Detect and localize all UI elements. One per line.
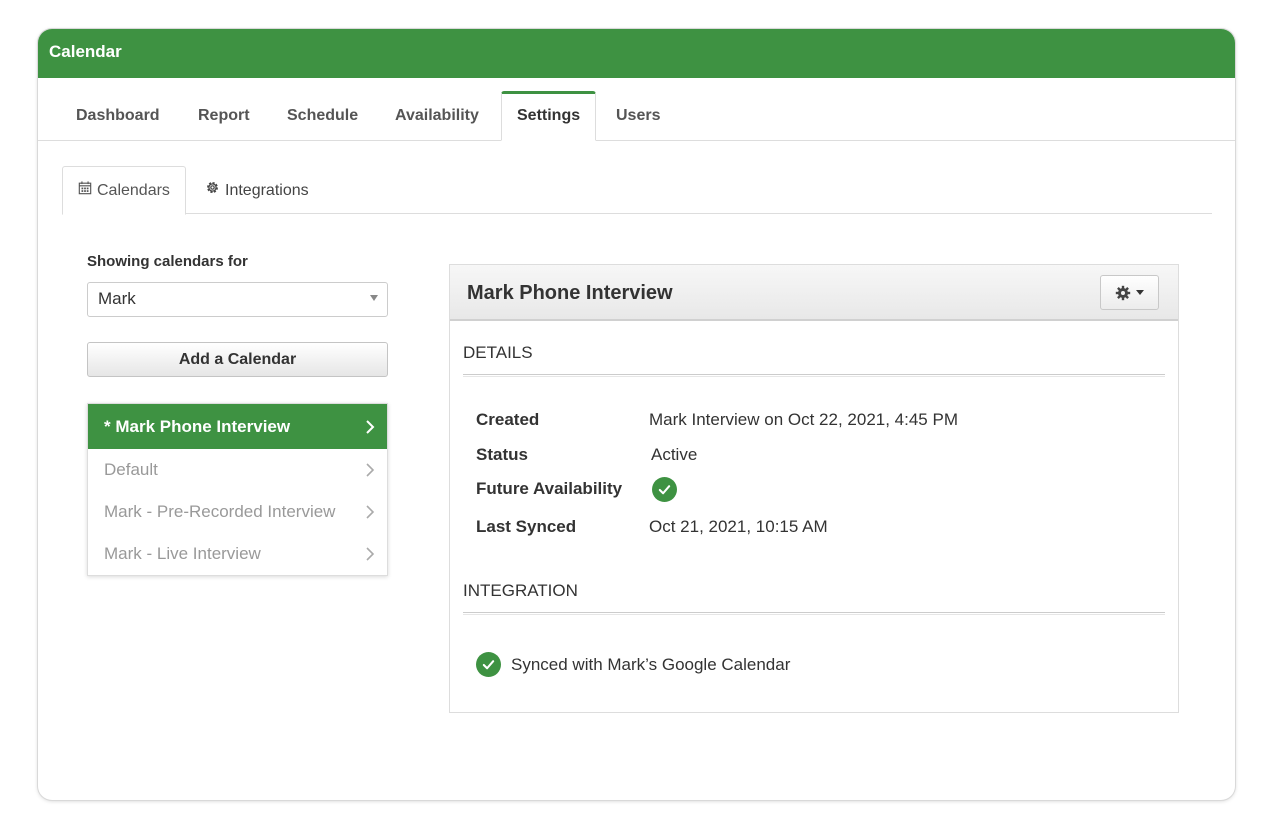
gear-icon xyxy=(205,167,220,214)
showing-calendars-label: Showing calendars for xyxy=(87,253,248,270)
calendar-item-label: * Mark Phone Interview xyxy=(104,417,291,436)
sub-tabs: Calendars Integrations xyxy=(62,166,1212,215)
tab-integrations-label: Integrations xyxy=(225,181,309,199)
tab-dashboard[interactable]: Dashboard xyxy=(61,92,175,141)
integration-text: Synced with Mark’s Google Calendar xyxy=(511,654,791,674)
tab-availability[interactable]: Availability xyxy=(380,92,494,141)
integration-status: Synced with Mark’s Google Calendar xyxy=(476,652,790,677)
integration-heading: INTEGRATION xyxy=(463,581,578,600)
user-select-value: Mark xyxy=(98,289,136,308)
user-select[interactable]: Mark xyxy=(87,282,388,317)
tab-report[interactable]: Report xyxy=(183,92,265,141)
calendar-item-live-interview[interactable]: Mark - Live Interview xyxy=(88,533,387,575)
tab-settings[interactable]: Settings xyxy=(501,91,597,141)
calendar-list: * Mark Phone Interview Default Mark - Pr… xyxy=(87,403,388,576)
future-availability-label: Future Availability xyxy=(476,479,623,498)
panel-header: Mark Phone Interview xyxy=(450,265,1178,321)
check-icon xyxy=(652,477,677,502)
calendar-item-mark-phone-interview[interactable]: * Mark Phone Interview xyxy=(88,404,387,449)
details-divider xyxy=(463,374,1165,377)
created-label: Created xyxy=(476,410,540,429)
app-window: Calendar Dashboard Report Schedule Avail… xyxy=(38,29,1235,800)
calendar-detail-panel: Mark Phone Interview DETAILS Created Mar… xyxy=(449,264,1179,713)
chevron-right-icon xyxy=(365,491,375,533)
status-label: Status xyxy=(476,445,528,464)
status-value: Active xyxy=(651,445,698,464)
caret-down-icon xyxy=(1136,290,1144,295)
panel-title: Mark Phone Interview xyxy=(467,282,673,304)
calendar-item-label: Mark - Pre-Recorded Interview xyxy=(104,502,336,521)
tab-calendars[interactable]: Calendars xyxy=(62,166,186,215)
chevron-right-icon xyxy=(365,404,375,449)
calendar-item-pre-recorded-interview[interactable]: Mark - Pre-Recorded Interview xyxy=(88,491,387,533)
details-heading: DETAILS xyxy=(463,343,533,362)
last-synced-label: Last Synced xyxy=(476,517,577,536)
chevron-right-icon xyxy=(365,533,375,575)
tab-integrations[interactable]: Integrations xyxy=(190,166,324,214)
tab-calendars-label: Calendars xyxy=(97,182,170,199)
tab-users[interactable]: Users xyxy=(601,92,675,141)
add-calendar-button[interactable]: Add a Calendar xyxy=(87,342,388,377)
calendar-item-label: Default xyxy=(104,460,158,479)
created-value: Mark Interview on Oct 22, 2021, 4:45 PM xyxy=(649,410,958,429)
calendar-item-label: Mark - Live Interview xyxy=(104,544,261,563)
check-icon xyxy=(476,652,501,677)
main-tabs: Dashboard Report Schedule Availability S… xyxy=(38,78,1235,141)
settings-dropdown-button[interactable] xyxy=(1100,275,1159,310)
gear-icon xyxy=(1115,285,1131,301)
chevron-down-icon xyxy=(370,295,378,301)
calendar-icon xyxy=(78,167,92,214)
app-title: Calendar xyxy=(38,29,1235,78)
calendar-item-default[interactable]: Default xyxy=(88,449,387,491)
chevron-right-icon xyxy=(365,449,375,491)
integration-divider xyxy=(463,612,1165,615)
last-synced-value: Oct 21, 2021, 10:15 AM xyxy=(649,517,828,536)
calendar-sidebar: Showing calendars for Mark Add a Calenda… xyxy=(87,253,388,576)
tab-schedule[interactable]: Schedule xyxy=(272,92,373,141)
future-availability-value xyxy=(652,477,677,502)
